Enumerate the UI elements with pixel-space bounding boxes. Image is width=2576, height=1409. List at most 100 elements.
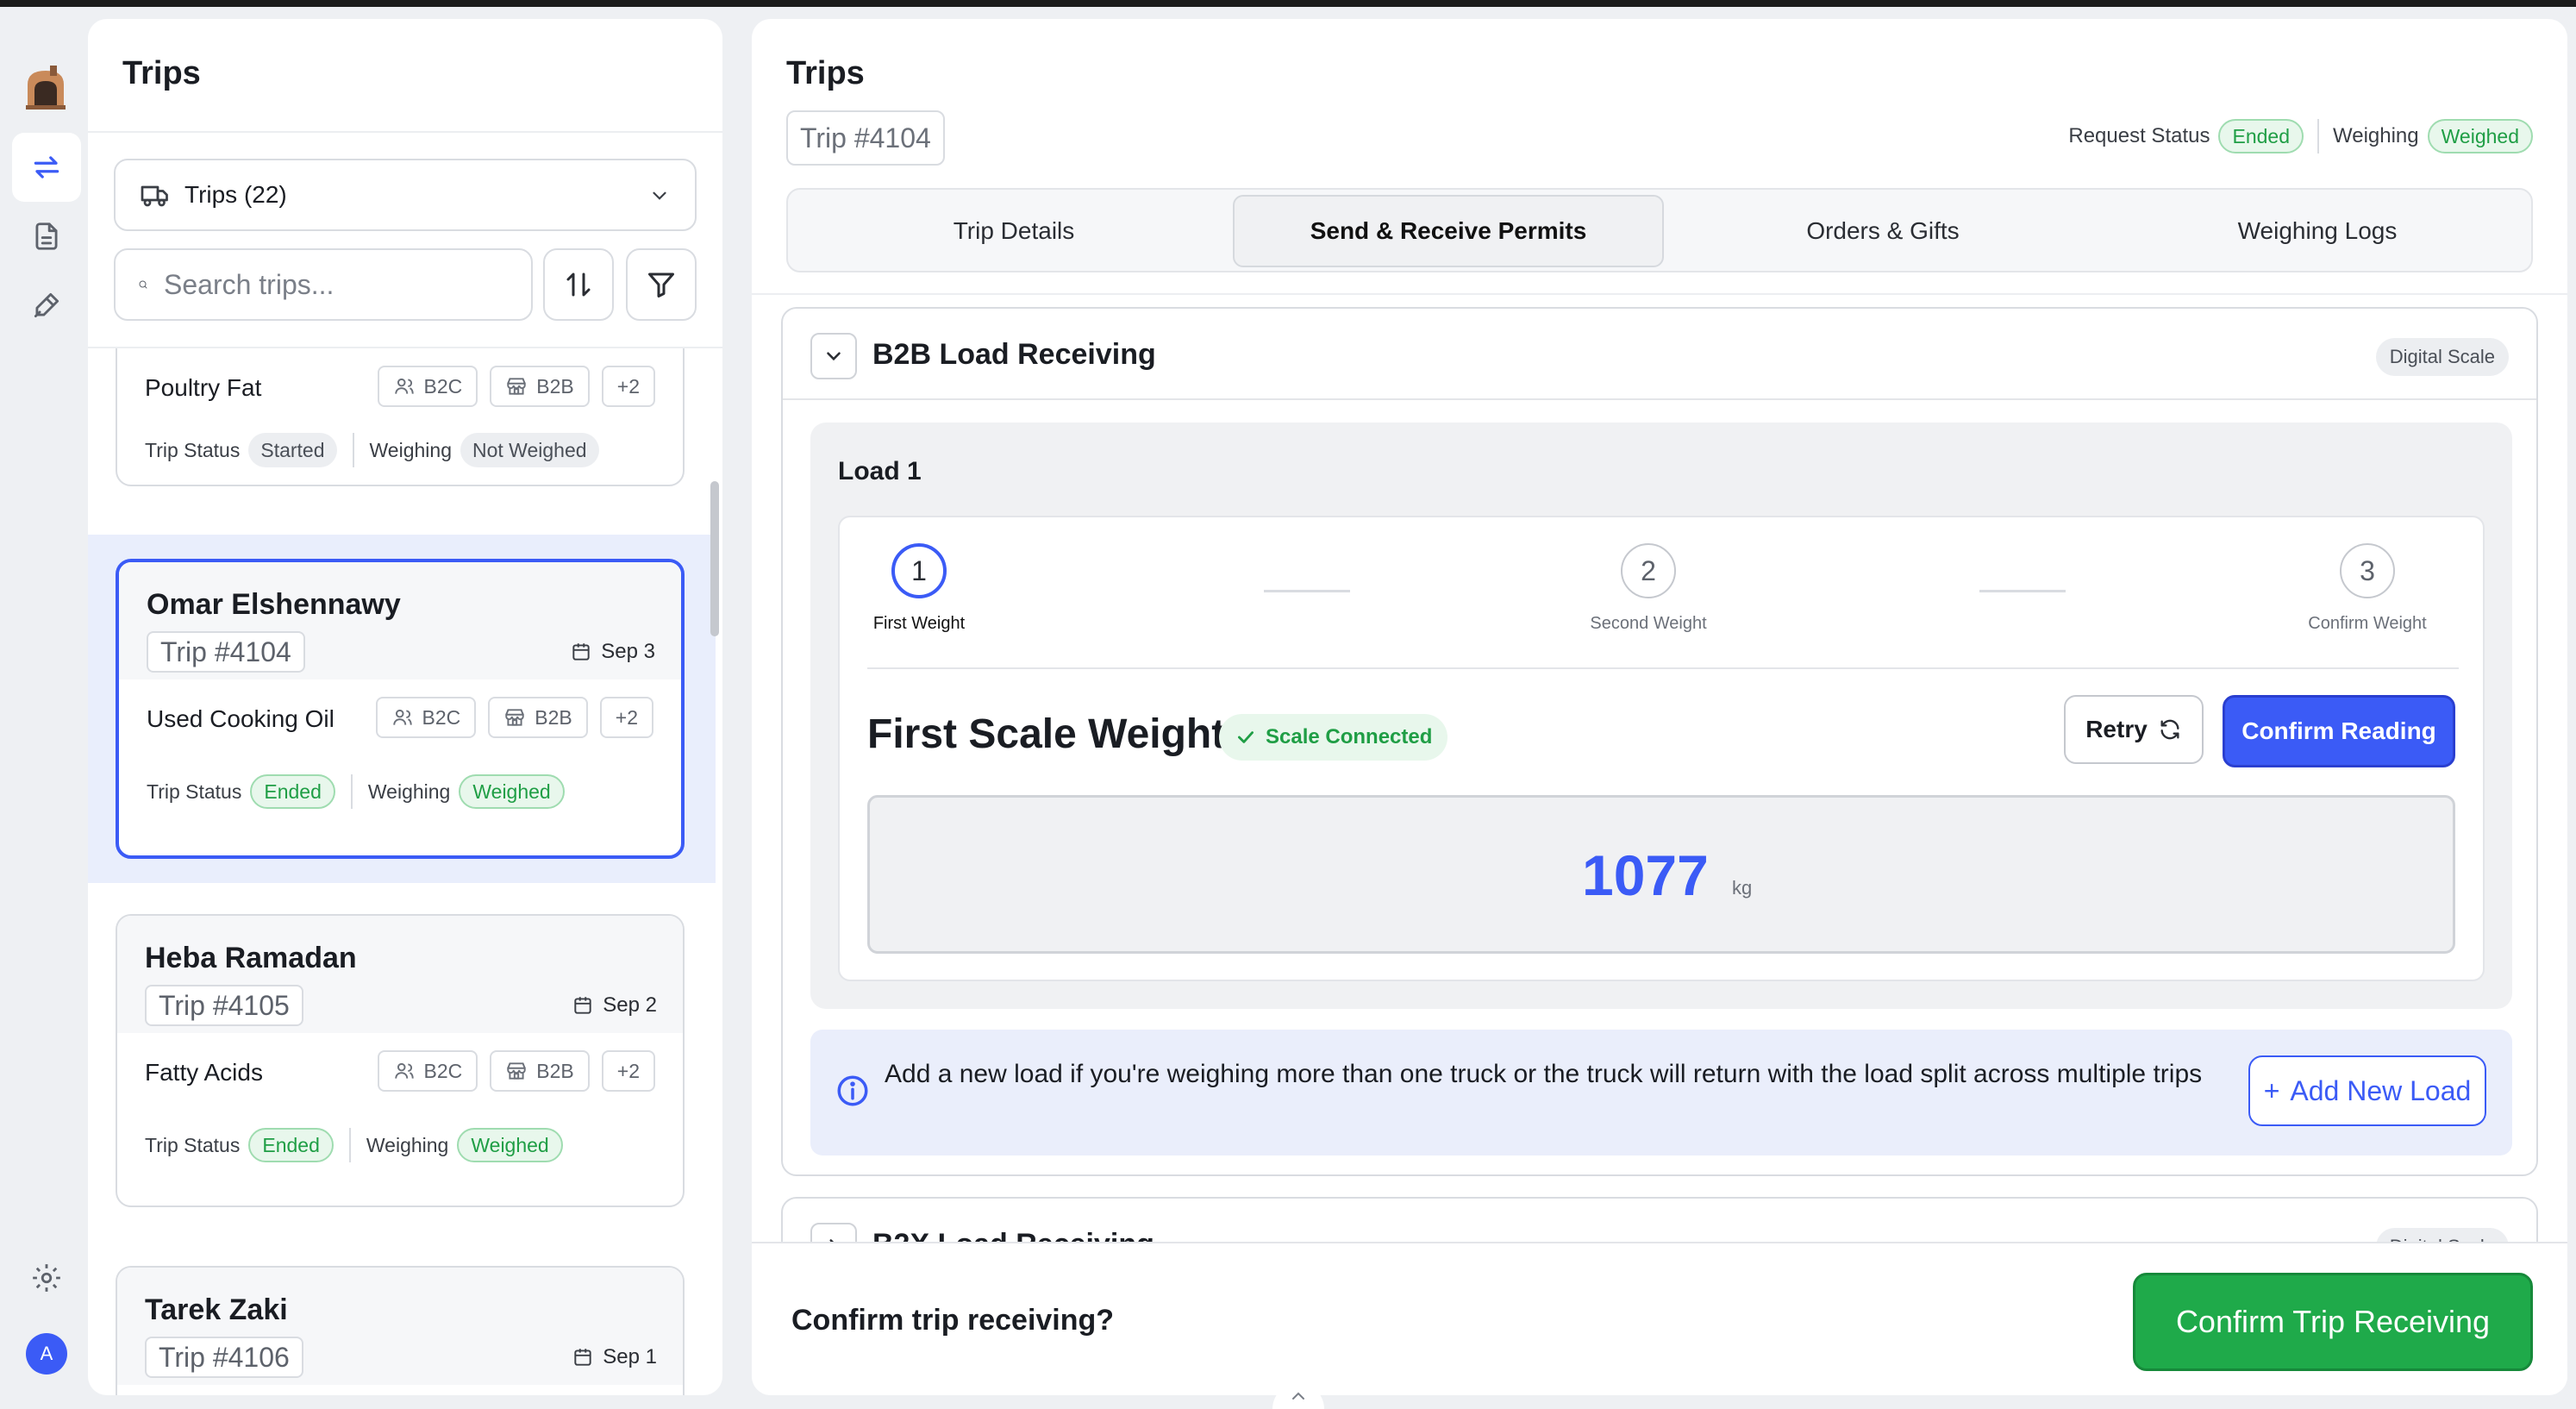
tag-b2b: B2B (490, 1050, 590, 1092)
trip-status-row: Trip Status Ended Weighing Weighed (147, 774, 565, 809)
b2b-load-receiving-section: B2B Load Receiving Digital Scale Load 1 … (781, 307, 2538, 1176)
section-title: B2B Load Receiving (872, 338, 1156, 371)
add-new-load-button[interactable]: + Add New Load (2248, 1055, 2486, 1126)
trip-customer-name: Heba Ramadan (145, 942, 357, 974)
trip-material: Used Cooking Oil (147, 705, 335, 732)
tag-more: +2 (601, 366, 655, 407)
tag-b2c: B2C (377, 1050, 478, 1092)
weighing-status-badge: Weighed (459, 774, 565, 809)
divider (752, 293, 2567, 295)
divider (867, 667, 2459, 669)
confirm-question: Confirm trip receiving? (791, 1304, 1115, 1337)
trip-status-row: Trip Status Started Weighing Not Weighed (145, 433, 599, 467)
filter-button[interactable] (626, 248, 697, 321)
scale-connected-badge: Scale Connected (1219, 714, 1448, 761)
status-summary: Request Status Ended Weighing Weighed (2068, 119, 2533, 153)
store-icon (507, 1062, 527, 1080)
nav-settings-button[interactable] (12, 1243, 81, 1312)
tag-b2b: B2B (490, 366, 590, 407)
tag-more: +2 (601, 1050, 655, 1092)
chevron-up-icon (1292, 1392, 1304, 1400)
search-box (114, 248, 533, 321)
tab-weighing-logs[interactable]: Weighing Logs (2102, 195, 2533, 267)
trip-status-badge: Ended (248, 1128, 334, 1162)
trip-status-badge: Started (248, 433, 337, 467)
detail-tabs: Trip Details Send & Receive Permits Orde… (786, 188, 2533, 272)
weighing-status-badge: Not Weighed (460, 433, 599, 467)
retry-button[interactable]: Retry (2064, 695, 2204, 764)
confirm-footer: Confirm trip receiving? Confirm Trip Rec… (752, 1242, 2567, 1395)
step-second-weight: 2 Second Weight (1562, 543, 1735, 634)
step-confirm-weight: 3 Confirm Weight (2281, 543, 2454, 634)
trip-id: Trip #4105 (145, 985, 303, 1026)
trips-filter-label: Trips (22) (184, 181, 287, 208)
oven-logo-icon[interactable] (22, 64, 69, 110)
trip-date: Sep 1 (572, 1345, 657, 1369)
trip-status-badge: Ended (250, 774, 335, 809)
trip-card-selected[interactable]: Omar Elshennawy Trip #4104 Sep 3 Used Co… (116, 559, 685, 859)
plus-icon: + (2263, 1074, 2280, 1106)
nav-rail: A (0, 7, 86, 1409)
edit-tools-icon (34, 292, 59, 318)
detail-trip-id: Trip #4104 (786, 110, 945, 166)
trip-customer-name: Omar Elshennawy (147, 588, 401, 621)
trip-card[interactable]: Heba Ramadan Trip #4105 Sep 2 Fatty Acid… (116, 914, 685, 1207)
detail-title: Trips (786, 55, 865, 91)
trip-card[interactable]: Poultry Fat B2C B2B +2 Trip Status Start… (116, 348, 685, 486)
trips-filter-select[interactable]: Trips (22) (114, 159, 697, 231)
section-header: B2B Load Receiving Digital Scale (783, 309, 2536, 400)
load-card: Load 1 1 First Weight 2 Second Weight 3 … (810, 423, 2512, 1009)
trip-date: Sep 3 (570, 640, 655, 664)
check-icon (1238, 731, 1254, 743)
info-icon (837, 1075, 868, 1106)
sort-button[interactable] (543, 248, 614, 321)
nav-trips-button[interactable] (12, 133, 81, 202)
users-icon (394, 378, 414, 394)
document-icon (35, 222, 58, 250)
tab-trip-details[interactable]: Trip Details (798, 195, 1229, 267)
nav-documents-button[interactable] (12, 202, 81, 271)
confirm-reading-button[interactable]: Confirm Reading (2223, 695, 2455, 767)
trip-id: Trip #4106 (145, 1337, 303, 1378)
scale-reading-display: 1077 kg (867, 795, 2455, 954)
scale-reading-unit: kg (1732, 877, 1753, 899)
search-input[interactable] (164, 268, 509, 301)
trip-material: Fatty Acids (145, 1059, 263, 1086)
add-load-info-banner: Add a new load if you're weighing more t… (810, 1030, 2512, 1155)
tab-send-receive-permits[interactable]: Send & Receive Permits (1233, 195, 1664, 267)
trip-material: Poultry Fat (145, 374, 262, 401)
users-icon (392, 709, 412, 725)
step-connector (1979, 590, 2066, 592)
users-icon (394, 1062, 414, 1079)
load-title: Load 1 (838, 457, 922, 485)
step-first-weight: 1 First Weight (833, 543, 1005, 634)
gear-icon (33, 1264, 60, 1292)
request-status-badge: Ended (2218, 119, 2304, 153)
chevron-down-icon (653, 191, 666, 200)
avatar[interactable]: A (26, 1333, 67, 1375)
step-connector (1264, 590, 1350, 592)
swap-arrows-icon (34, 156, 59, 178)
list-scrollbar[interactable] (710, 481, 719, 636)
scale-reading-value: 1077 (1582, 843, 1709, 907)
trip-id: Trip #4104 (147, 631, 305, 673)
filter-icon (648, 272, 674, 297)
weighing-status-badge: Weighed (2427, 119, 2533, 153)
collapse-button[interactable] (810, 333, 857, 379)
trip-card[interactable]: Tarek Zaki Trip #4106 Sep 1 (116, 1266, 685, 1395)
scale-type-chip: Digital Scale (2375, 338, 2509, 376)
refresh-icon (2160, 719, 2179, 740)
calendar-icon (574, 997, 591, 1014)
tab-orders-gifts[interactable]: Orders & Gifts (1667, 195, 2098, 267)
search-icon (139, 280, 147, 289)
nav-tools-button[interactable] (12, 271, 81, 340)
tag-b2b: B2B (488, 697, 588, 738)
trips-list-panel: Trips Trips (22) Poultry Fat B2C (88, 19, 722, 1395)
confirm-trip-receiving-button[interactable]: Confirm Trip Receiving (2133, 1273, 2533, 1371)
trip-detail-panel: Trips Trip #4104 Request Status Ended We… (752, 19, 2567, 1395)
trip-list: Poultry Fat B2C B2B +2 Trip Status Start… (88, 347, 722, 1395)
tag-b2c: B2C (375, 697, 477, 738)
tag-b2c: B2C (377, 366, 478, 407)
truck-icon (141, 185, 168, 207)
sort-arrows-icon (566, 272, 591, 297)
